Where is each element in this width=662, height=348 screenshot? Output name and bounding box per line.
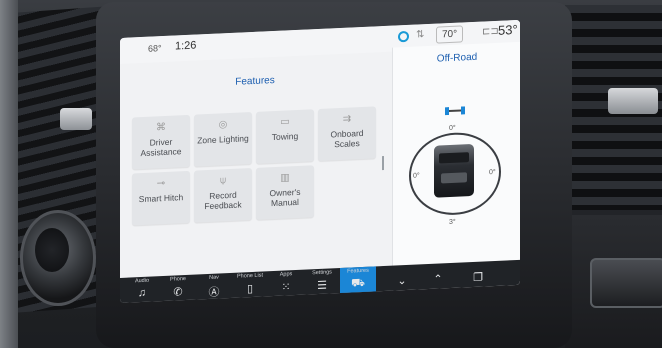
towing-button[interactable]: ▭ Towing [256,109,314,164]
features-title: Features [235,74,275,88]
navigation-icon: Ⓐ [208,286,220,299]
offroad-panel: Off-Road 0° 0° 0° 3° [392,41,520,291]
outside-temp-left: 68° [148,43,162,54]
nav-chevron-down[interactable]: ⌄ [384,264,420,294]
left-trim [0,0,18,348]
nav-audio[interactable]: Audio ♫ [124,276,160,303]
roll-right-angle: 0° [489,168,496,177]
clock: 1:26 [175,39,197,53]
truck-windshield [439,152,469,164]
nav-apps[interactable]: Apps ⁙ [268,270,304,300]
music-note-icon: ♫ [137,286,147,300]
zone-lighting-icon: ◎ [218,119,228,131]
nav-settings-label: Settings [312,269,332,277]
pitch-top-angle: 0° [449,124,456,133]
data-arrows-icon: ⇅ [416,29,425,41]
truck-grille [441,172,467,184]
features-car-icon: ⛟ [351,276,365,290]
zone-lighting-button[interactable]: ◎ Zone Lighting [194,112,252,167]
owners-manual-label: Owner's Manual [269,186,301,209]
offroad-title: Off-Road [436,51,478,65]
apps-grid-icon: ⁙ [281,281,291,294]
nav-settings[interactable]: Settings ☰ [304,268,340,298]
towing-label: Towing [271,130,299,143]
car-dashboard-photo: 68° 1:26 ⇅ 70° ⊏⊐ 53° Features ⌘ Driver … [0,0,662,348]
nav-phone-label: Phone [170,276,186,283]
nav-chevron-up[interactable]: ⌃ [420,263,456,293]
infotainment-screen: 68° 1:26 ⇅ 70° ⊏⊐ 53° Features ⌘ Driver … [120,19,520,303]
right-storage-slot [590,258,662,308]
phone-list-icon: ▯ [246,282,254,296]
connectivity-icon [398,30,409,43]
chevron-up-icon: ⌃ [433,273,443,286]
nav-navigation-label: Nav [209,274,219,281]
nav-apps-label: Apps [279,271,293,278]
onboard-scales-label: Onboard Scales [330,127,364,150]
nav-phone-list-label: Phone List [237,272,263,280]
scales-icon: ⇉ [342,113,352,125]
nav-phone[interactable]: Phone ✆ [160,275,196,303]
outside-temp-right: 53° [498,21,518,38]
chevron-down-icon: ⌄ [397,274,407,288]
driver-assist-icon: ⌘ [156,121,166,134]
towing-icon: ▭ [280,116,290,128]
microphone-icon: ⍦ [220,175,226,187]
nav-screen-toggle[interactable]: ❐ [460,261,496,291]
settings-sliders-icon: ☰ [317,279,327,293]
volume-knob-center [35,228,69,272]
screen-toggle-icon: ❐ [473,271,483,284]
onboard-scales-button[interactable]: ⇉ Onboard Scales [318,106,376,162]
left-vent-tab [60,108,92,130]
driver-assistance-label: Driver Assistance [140,136,182,159]
nav-navigation[interactable]: Nav Ⓐ [196,273,232,303]
manual-icon: ▥ [280,172,290,184]
nav-features-label: Features [347,267,369,275]
trailer-icon: ⊏⊐ [482,25,499,38]
owners-manual-button[interactable]: ▥ Owner's Manual [256,165,314,220]
nav-features[interactable]: Features ⛟ [340,266,376,297]
zone-lighting-label: Zone Lighting [197,133,249,146]
features-scroll-indicator[interactable] [382,156,384,171]
smart-hitch-label: Smart Hitch [138,192,184,205]
record-feedback-label: Record Feedback [204,189,242,212]
phone-icon: ✆ [173,286,183,299]
axle-icon [445,106,465,116]
nav-audio-label: Audio [134,277,150,285]
pitch-bottom-angle: 3° [449,218,456,227]
record-feedback-button[interactable]: ⍦ Record Feedback [194,168,252,223]
driver-assistance-button[interactable]: ⌘ Driver Assistance [132,114,190,170]
hitch-icon: ⊸ [156,177,166,190]
nav-phone-list[interactable]: Phone List ▯ [232,271,268,301]
climate-temp[interactable]: 70° [436,25,464,44]
smart-hitch-button[interactable]: ⊸ Smart Hitch [132,170,190,226]
right-vent-tab [608,88,658,114]
roll-left-angle: 0° [413,172,420,180]
